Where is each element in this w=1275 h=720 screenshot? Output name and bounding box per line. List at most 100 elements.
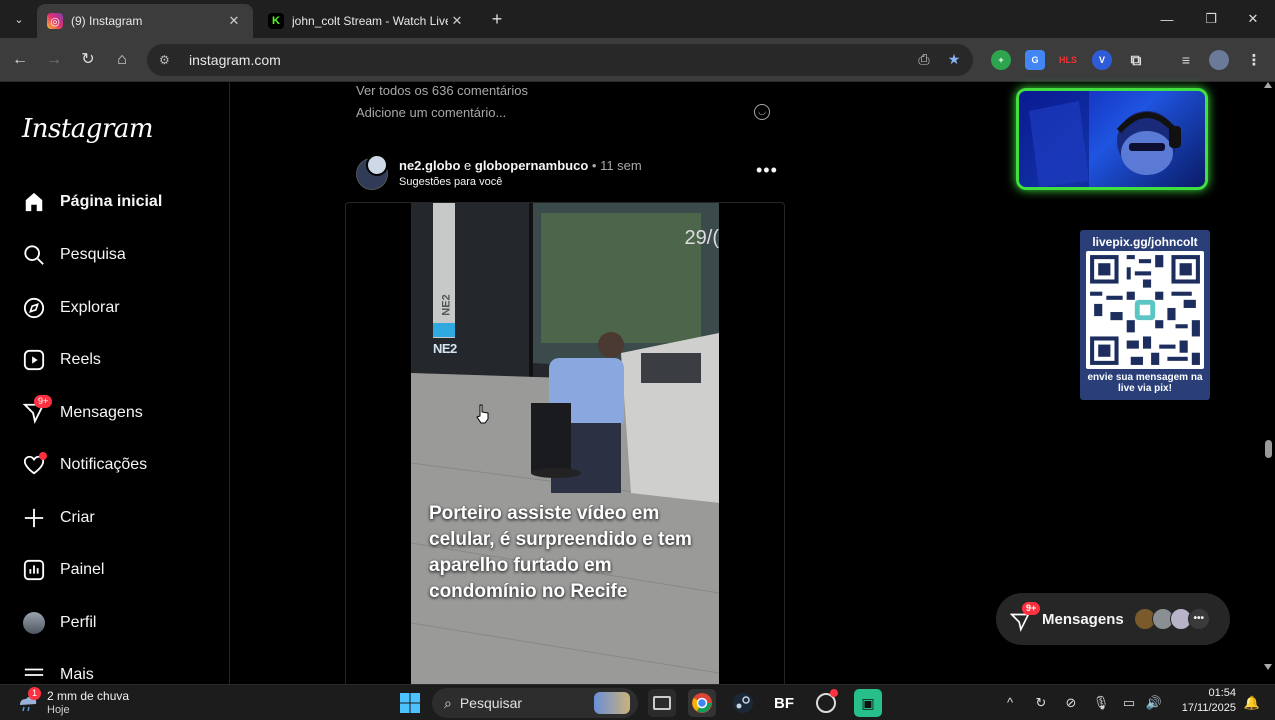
message-avatars: ••• [1133,608,1210,630]
browser-toolbar: ← → ↻ ⌂ ⚙ instagram.com ⎙ ★ + G HLS V ⧉ … [0,38,1275,82]
windows-taskbar: 1 2 mm de chuva Hoje ⌕ Pesquisar BF ▣ ^ … [0,684,1275,720]
ne2-side-label: NE2 [440,294,453,316]
extension-plus-icon[interactable]: + [991,50,1011,70]
post-avatar-secondary[interactable] [366,154,388,176]
obs-app-icon[interactable] [812,689,840,717]
notifications-bell-icon[interactable]: 🔔 [1243,694,1261,712]
tray-chevron-icon[interactable]: ^ [1001,694,1019,712]
forward-icon[interactable]: → [42,48,66,72]
view-all-comments-link[interactable]: Ver todos os 636 comentários [356,83,528,98]
home-icon[interactable]: ⌂ [110,48,134,72]
clock-time[interactable]: 01:54 [1172,687,1236,699]
steam-app-icon[interactable] [729,689,757,717]
network-off-icon[interactable]: ⊘ [1062,694,1080,712]
weather-badge: 1 [28,687,42,700]
messenger-icon: 9+ [1010,602,1041,632]
sync-icon[interactable]: ↻ [1032,694,1050,712]
browser-menu-icon[interactable]: ⋮ [1244,50,1264,70]
extensions-puzzle-icon[interactable]: ⧉ [1126,50,1146,70]
minimize-button[interactable]: — [1145,0,1189,38]
pix-url: livepix.gg/johncolt [1092,235,1198,249]
close-window-button[interactable]: ✕ [1231,0,1275,38]
sidebar-item-dashboard[interactable]: Painel [22,555,104,585]
pix-card: livepix.gg/johncolt envie sua mensagem n… [1080,230,1210,400]
weather-day: Hoje [47,704,70,716]
task-view-icon[interactable] [648,689,676,717]
profile-avatar[interactable] [1209,50,1229,70]
notification-dot [39,452,47,460]
restore-button[interactable]: ❐ [1189,0,1233,38]
sidebar-item-label: Página inicial [60,193,163,210]
sidebar-item-label: Pesquisa [60,246,126,263]
scrollbar-thumb[interactable] [1265,440,1272,458]
video-datestamp: 29/( [684,227,719,249]
search-icon: ⌕ [444,694,452,711]
site-settings-icon[interactable]: ⚙ [159,53,177,67]
sidebar-item-create[interactable]: Criar [22,503,95,533]
microphone-icon[interactable]: 🎙 [1092,694,1110,712]
post-subtitle: Sugestões para você [399,176,503,188]
scroll-down-icon[interactable] [1264,664,1272,670]
page-scrollbar[interactable] [1262,82,1275,684]
discord-like-app-icon[interactable]: ▣ [854,689,882,717]
vpn-extension-icon[interactable]: V [1092,50,1112,70]
bookmark-star-icon[interactable]: ★ [945,51,963,69]
messenger-icon: 9+ [22,395,53,425]
hls-extension-icon[interactable]: HLS [1058,50,1078,70]
sidebar-item-more[interactable]: Mais [22,660,94,684]
new-tab-button[interactable]: + [486,8,508,30]
close-tab-icon[interactable]: ✕ [448,13,466,29]
sidebar-item-label: Mensagens [60,404,143,421]
webcam-overlay [1016,88,1208,190]
add-comment-input[interactable]: Adicione um comentário... [356,105,770,120]
post-media[interactable]: NE2 NE2 29/( Porteiro assiste vídeo em c… [345,202,785,684]
messages-pill[interactable]: 9+ Mensagens ••• [996,593,1230,645]
sidebar-item-label: Criar [60,509,95,526]
reload-icon[interactable]: ↻ [76,48,100,72]
back-icon[interactable]: ← [8,48,32,72]
clock-date[interactable]: 17/11/2025 [1172,702,1236,714]
translate-extension-icon[interactable]: G [1025,50,1045,70]
pix-caption: envie sua mensagem na live via pix! [1087,372,1203,394]
sidebar-item-reels[interactable]: Reels [22,345,101,375]
sidebar-item-search[interactable]: Pesquisa [22,240,126,270]
browser-tab-strip: ⌄ ◎ (9) Instagram ✕ K john_colt Stream -… [0,0,1275,38]
sidebar-item-label: Explorar [60,299,120,316]
tab-search-chevron-icon[interactable]: ⌄ [6,6,32,32]
close-tab-icon[interactable]: ✕ [225,13,243,29]
instagram-sidebar: Instagram Página inicial Pesquisa Explor… [0,82,230,684]
tab-instagram[interactable]: ◎ (9) Instagram ✕ [37,4,253,38]
taskbar-search-placeholder: Pesquisar [459,695,523,711]
messages-pill-label: Mensagens [1042,610,1124,628]
post-video[interactable]: NE2 NE2 29/( Porteiro assiste vídeo em c… [411,203,719,684]
sidebar-item-label: Mais [60,666,94,683]
instagram-logo[interactable]: Instagram [22,114,154,144]
post-time: 11 sem [600,158,642,173]
sidebar-item-profile[interactable]: Perfil [22,608,96,638]
windows-start-icon[interactable] [396,689,424,717]
sidebar-item-home[interactable]: Página inicial [22,187,162,217]
sidebar-item-messages[interactable]: 9+ Mensagens [22,395,143,428]
media-control-icon[interactable]: ≡ [1176,50,1196,70]
taskbar-search[interactable]: ⌕ Pesquisar [432,688,638,718]
address-bar[interactable]: ⚙ instagram.com ⎙ ★ [147,44,973,76]
more-options-icon[interactable]: ••• [756,160,778,181]
volume-icon[interactable]: 🔊 [1145,694,1163,712]
sidebar-item-explore[interactable]: Explorar [22,293,120,323]
ne2-logo: NE2 [433,341,457,356]
author-link[interactable]: globopernambuco [475,158,588,173]
post-header: ne2.globo e globopernambuco • 11 sem Sug… [356,154,786,194]
sidebar-item-notifications[interactable]: Notificações [22,450,147,480]
video-frame-scene [411,203,719,684]
display-icon[interactable]: ▭ [1120,694,1138,712]
bf-app-icon[interactable]: BF [770,689,798,717]
weather-temp[interactable]: 2 mm de chuva [47,689,129,703]
emoji-icon[interactable]: ◡ [754,104,770,120]
author-link[interactable]: ne2.globo [399,158,460,173]
chrome-app-icon[interactable] [688,689,716,717]
home-icon [22,190,46,214]
tab-kick-stream[interactable]: K john_colt Stream - Watch Live o ✕ [258,4,476,38]
scroll-up-icon[interactable] [1264,82,1272,88]
install-app-icon[interactable]: ⎙ [915,51,933,69]
weather-widget-icon[interactable]: 1 [16,687,42,713]
